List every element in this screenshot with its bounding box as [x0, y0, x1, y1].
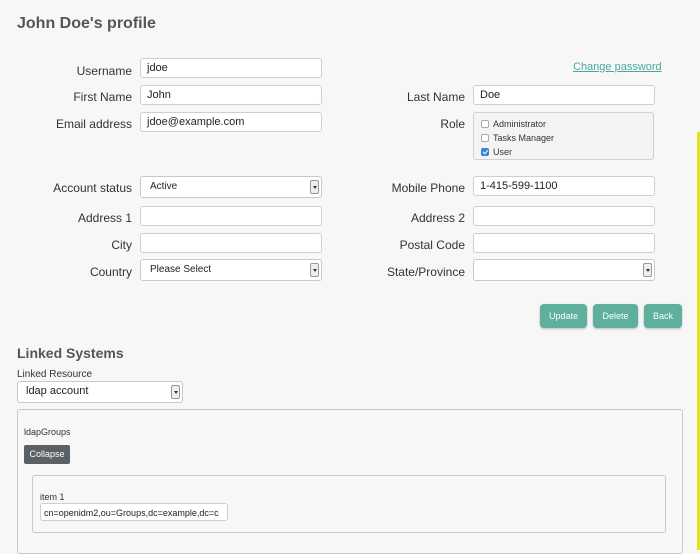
role-tasks-manager[interactable]: Tasks Manager [481, 133, 554, 143]
postal-code-input[interactable] [473, 233, 655, 253]
state-label: State/Province [386, 265, 465, 279]
collapse-button[interactable]: Collapse [24, 445, 70, 464]
update-button[interactable]: Update [540, 304, 587, 328]
email-label: Email address [55, 117, 132, 131]
delete-button[interactable]: Delete [593, 304, 638, 328]
linked-resource-value: ldap account [26, 385, 89, 397]
postal-code-label: Postal Code [399, 238, 465, 252]
role-label: Role [440, 117, 465, 131]
role-administrator-label: Administrator [493, 119, 547, 129]
country-label: Country [89, 265, 132, 279]
linked-resource-label: Linked Resource [17, 369, 93, 380]
mobile-phone-input[interactable]: 1-415-599-1100 [473, 176, 655, 196]
checkbox-administrator[interactable] [481, 120, 489, 128]
change-password-link[interactable]: Change password [573, 61, 662, 73]
account-status-value: Active [150, 181, 178, 192]
address1-label: Address 1 [77, 211, 132, 225]
city-label: City [111, 238, 132, 252]
chevron-down-icon [310, 263, 319, 277]
checkbox-tasks-manager[interactable] [481, 134, 489, 142]
page-title: John Doe's profile [17, 15, 156, 32]
username-input[interactable]: jdoe [140, 58, 322, 78]
chevron-down-icon [643, 263, 652, 277]
account-status-select[interactable]: Active [140, 176, 322, 198]
first-name-input[interactable]: John [140, 85, 322, 105]
username-label: Username [76, 64, 132, 78]
role-administrator[interactable]: Administrator [481, 119, 546, 129]
city-input[interactable] [140, 233, 322, 253]
chevron-down-icon [310, 180, 319, 194]
linked-resource-select[interactable]: ldap account [17, 381, 183, 403]
checkbox-user[interactable] [481, 148, 489, 156]
back-button[interactable]: Back [644, 304, 682, 328]
address2-label: Address 2 [410, 211, 465, 225]
role-tasks-manager-label: Tasks Manager [493, 133, 555, 143]
linked-systems-title: Linked Systems [17, 345, 124, 361]
email-input[interactable]: jdoe@example.com [140, 112, 322, 132]
role-checkbox-group: Administrator Tasks Manager User [473, 112, 654, 160]
first-name-label: First Name [73, 90, 132, 104]
role-user[interactable]: User [481, 147, 512, 157]
mobile-phone-label: Mobile Phone [391, 181, 465, 195]
last-name-label: Last Name [406, 90, 465, 104]
group-item-label: item 1 [40, 492, 65, 502]
chevron-down-icon [171, 385, 180, 399]
country-value: Please Select [150, 264, 212, 275]
role-user-label: User [493, 147, 513, 157]
group-item-input[interactable]: cn=openidm2,ou=Groups,dc=example,dc=c [40, 503, 228, 521]
address1-input[interactable] [140, 206, 322, 226]
country-select[interactable]: Please Select [140, 259, 322, 281]
ldap-groups-label: ldapGroups [24, 427, 71, 437]
address2-input[interactable] [473, 206, 655, 226]
last-name-input[interactable]: Doe [473, 85, 655, 105]
account-status-label: Account status [53, 181, 132, 195]
state-select[interactable] [473, 259, 655, 281]
